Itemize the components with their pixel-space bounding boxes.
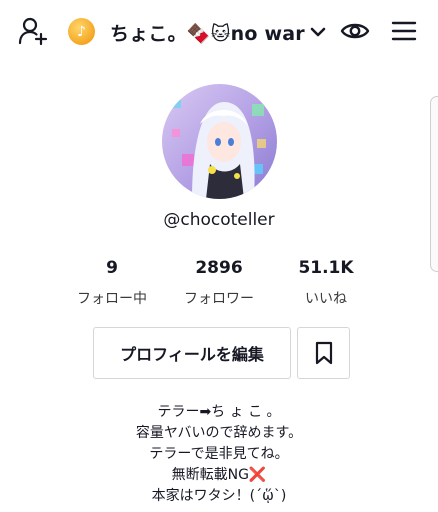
bio-line: テラーで是非見てね。 [149, 446, 289, 462]
stat-following[interactable]: 9 フォロー中 [62, 258, 162, 308]
bio-line: テラー➡ち ょ こ 。 [157, 404, 281, 420]
bookmark-button[interactable] [297, 327, 350, 379]
account-switcher[interactable]: ちょこ。🍫🐱no war [110, 18, 327, 46]
side-drawer-handle[interactable] [430, 96, 438, 272]
following-label: フォロー中 [77, 291, 147, 307]
bookmark-icon [315, 341, 332, 365]
likes-count: 51.1K [298, 258, 354, 278]
stat-likes[interactable]: 51.1K いいね [276, 258, 376, 308]
eye-icon[interactable] [340, 18, 370, 44]
bio: テラー➡ち ょ こ 。 容量ヤバいので辞めます。 テラーで是非見てね。 無断転載… [0, 402, 438, 507]
bio-line: 本家はワタシ！(´ᾥ`) [151, 488, 287, 504]
likes-label: いいね [305, 291, 347, 307]
chevron-down-icon [310, 27, 326, 37]
avatar-image [162, 84, 277, 199]
following-count: 9 [106, 258, 118, 278]
top-bar: ♪ ちょこ。🍫🐱no war [0, 0, 438, 62]
stat-followers[interactable]: 2896 フォロワー [169, 258, 269, 308]
avatar[interactable] [162, 84, 277, 199]
edit-profile-button[interactable]: プロフィールを編集 [93, 327, 291, 379]
username: @chocoteller [163, 210, 275, 230]
account-title: ちょこ。🍫🐱no war [110, 22, 305, 45]
bio-line: 容量ヤバいので辞めます。 [135, 425, 303, 441]
hamburger-menu-icon[interactable] [390, 18, 418, 44]
bio-line: 無断転載NG❌ [171, 467, 267, 483]
add-user-icon[interactable] [18, 16, 48, 46]
coin-icon[interactable]: ♪ [68, 18, 95, 45]
followers-label: フォロワー [184, 291, 254, 307]
followers-count: 2896 [195, 258, 243, 278]
coin-glyph: ♪ [77, 23, 86, 40]
